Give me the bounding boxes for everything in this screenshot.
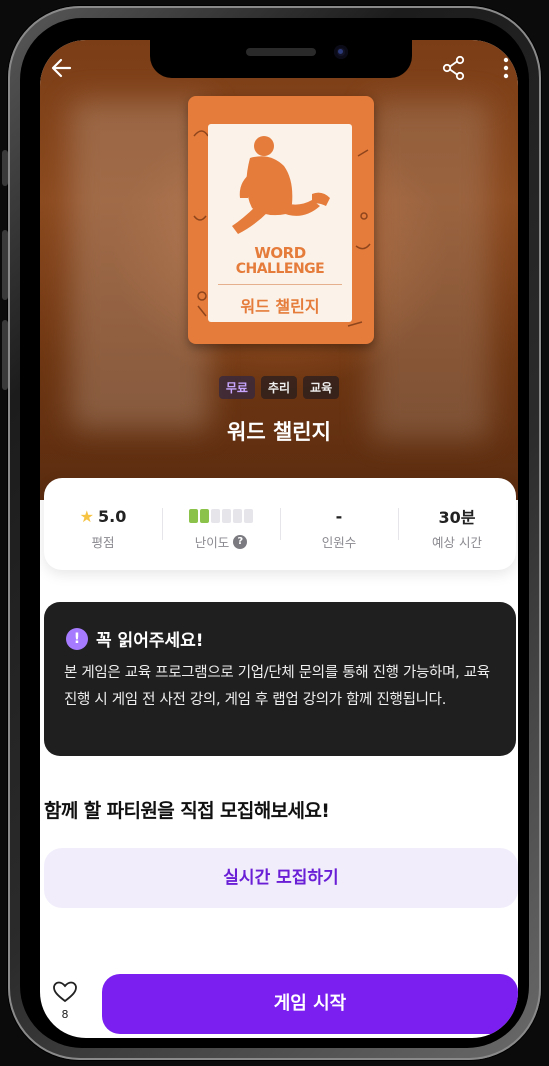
side-button-mute <box>2 150 8 186</box>
players-label: 인원수 <box>321 535 357 550</box>
difficulty-bar <box>233 509 242 523</box>
tag-category: 교육 <box>303 376 340 399</box>
realtime-recruit-button[interactable]: 실시간 모집하기 <box>44 848 518 908</box>
notice-body: 본 게임은 교육 프로그램으로 기업/단체 문의를 통해 진행 가능하며, 교육… <box>64 665 490 708</box>
stat-rating: ★ 5.0 평점 <box>44 478 162 570</box>
time-label: 예상 시간 <box>432 535 482 550</box>
like-count: 8 <box>61 1008 69 1021</box>
time-value: 30분 <box>438 508 476 527</box>
start-game-button[interactable]: 게임 시작 <box>102 974 518 1034</box>
rating-value: 5.0 <box>98 506 127 526</box>
hero-banner: WORD CHALLENGE 워드 챌린지 무료 추리 교육 워드 챌린지 <box>40 40 518 500</box>
tag-genre: 추리 <box>260 376 298 399</box>
stat-players: - 인원수 <box>280 478 398 570</box>
back-arrow-icon[interactable] <box>48 54 76 82</box>
device-notch <box>150 40 412 78</box>
heart-icon[interactable] <box>52 980 78 1004</box>
stat-difficulty: 난이도? <box>162 478 280 570</box>
like-button[interactable]: 8 <box>48 980 82 1021</box>
poster-card: WORD CHALLENGE 워드 챌린지 <box>208 124 352 322</box>
difficulty-bar <box>222 509 231 523</box>
stat-time: 30분 예상 시간 <box>398 478 516 570</box>
share-icon[interactable] <box>440 54 468 82</box>
notice-box: ! 꼭 읽어주세요! 본 게임은 교육 프로그램으로 기업/단체 문의를 통해 … <box>44 602 516 756</box>
side-button-volume-up <box>2 230 8 300</box>
recruit-title: 함께 할 파티원을 직접 모집해보세요! <box>44 800 330 822</box>
star-icon: ★ <box>79 506 94 526</box>
game-poster: WORD CHALLENGE 워드 챌린지 <box>188 96 374 344</box>
speaker-grille <box>246 48 316 56</box>
poster-subtitle: 워드 챌린지 <box>218 284 342 317</box>
players-value: - <box>335 506 343 526</box>
alert-icon: ! <box>66 627 88 650</box>
front-camera <box>334 45 348 59</box>
difficulty-bar <box>200 509 209 523</box>
game-title: 워드 챌린지 <box>227 420 331 444</box>
rating-label: 평점 <box>91 535 115 550</box>
app-screen: WORD CHALLENGE 워드 챌린지 무료 추리 교육 워드 챌린지 ★ 5… <box>40 40 518 1038</box>
runner-illustration <box>232 136 330 234</box>
side-button-volume-down <box>2 320 8 390</box>
stats-card: ★ 5.0 평점 난이도? - 인원수 30분 예상 시간 <box>44 478 516 570</box>
notice-title: 꼭 읽어주세요! <box>96 631 204 651</box>
tag-free: 무료 <box>218 376 255 399</box>
difficulty-bar <box>211 509 220 523</box>
difficulty-bar <box>244 509 253 523</box>
difficulty-label: 난이도 <box>194 535 230 550</box>
help-icon[interactable]: ? <box>233 534 248 549</box>
poster-title-line1: WORD <box>254 244 306 262</box>
difficulty-bars <box>189 509 253 523</box>
difficulty-bar <box>189 509 198 523</box>
poster-title-line2: CHALLENGE <box>235 261 325 277</box>
more-vertical-icon[interactable] <box>492 54 518 82</box>
tag-list: 무료 추리 교육 <box>40 376 518 399</box>
